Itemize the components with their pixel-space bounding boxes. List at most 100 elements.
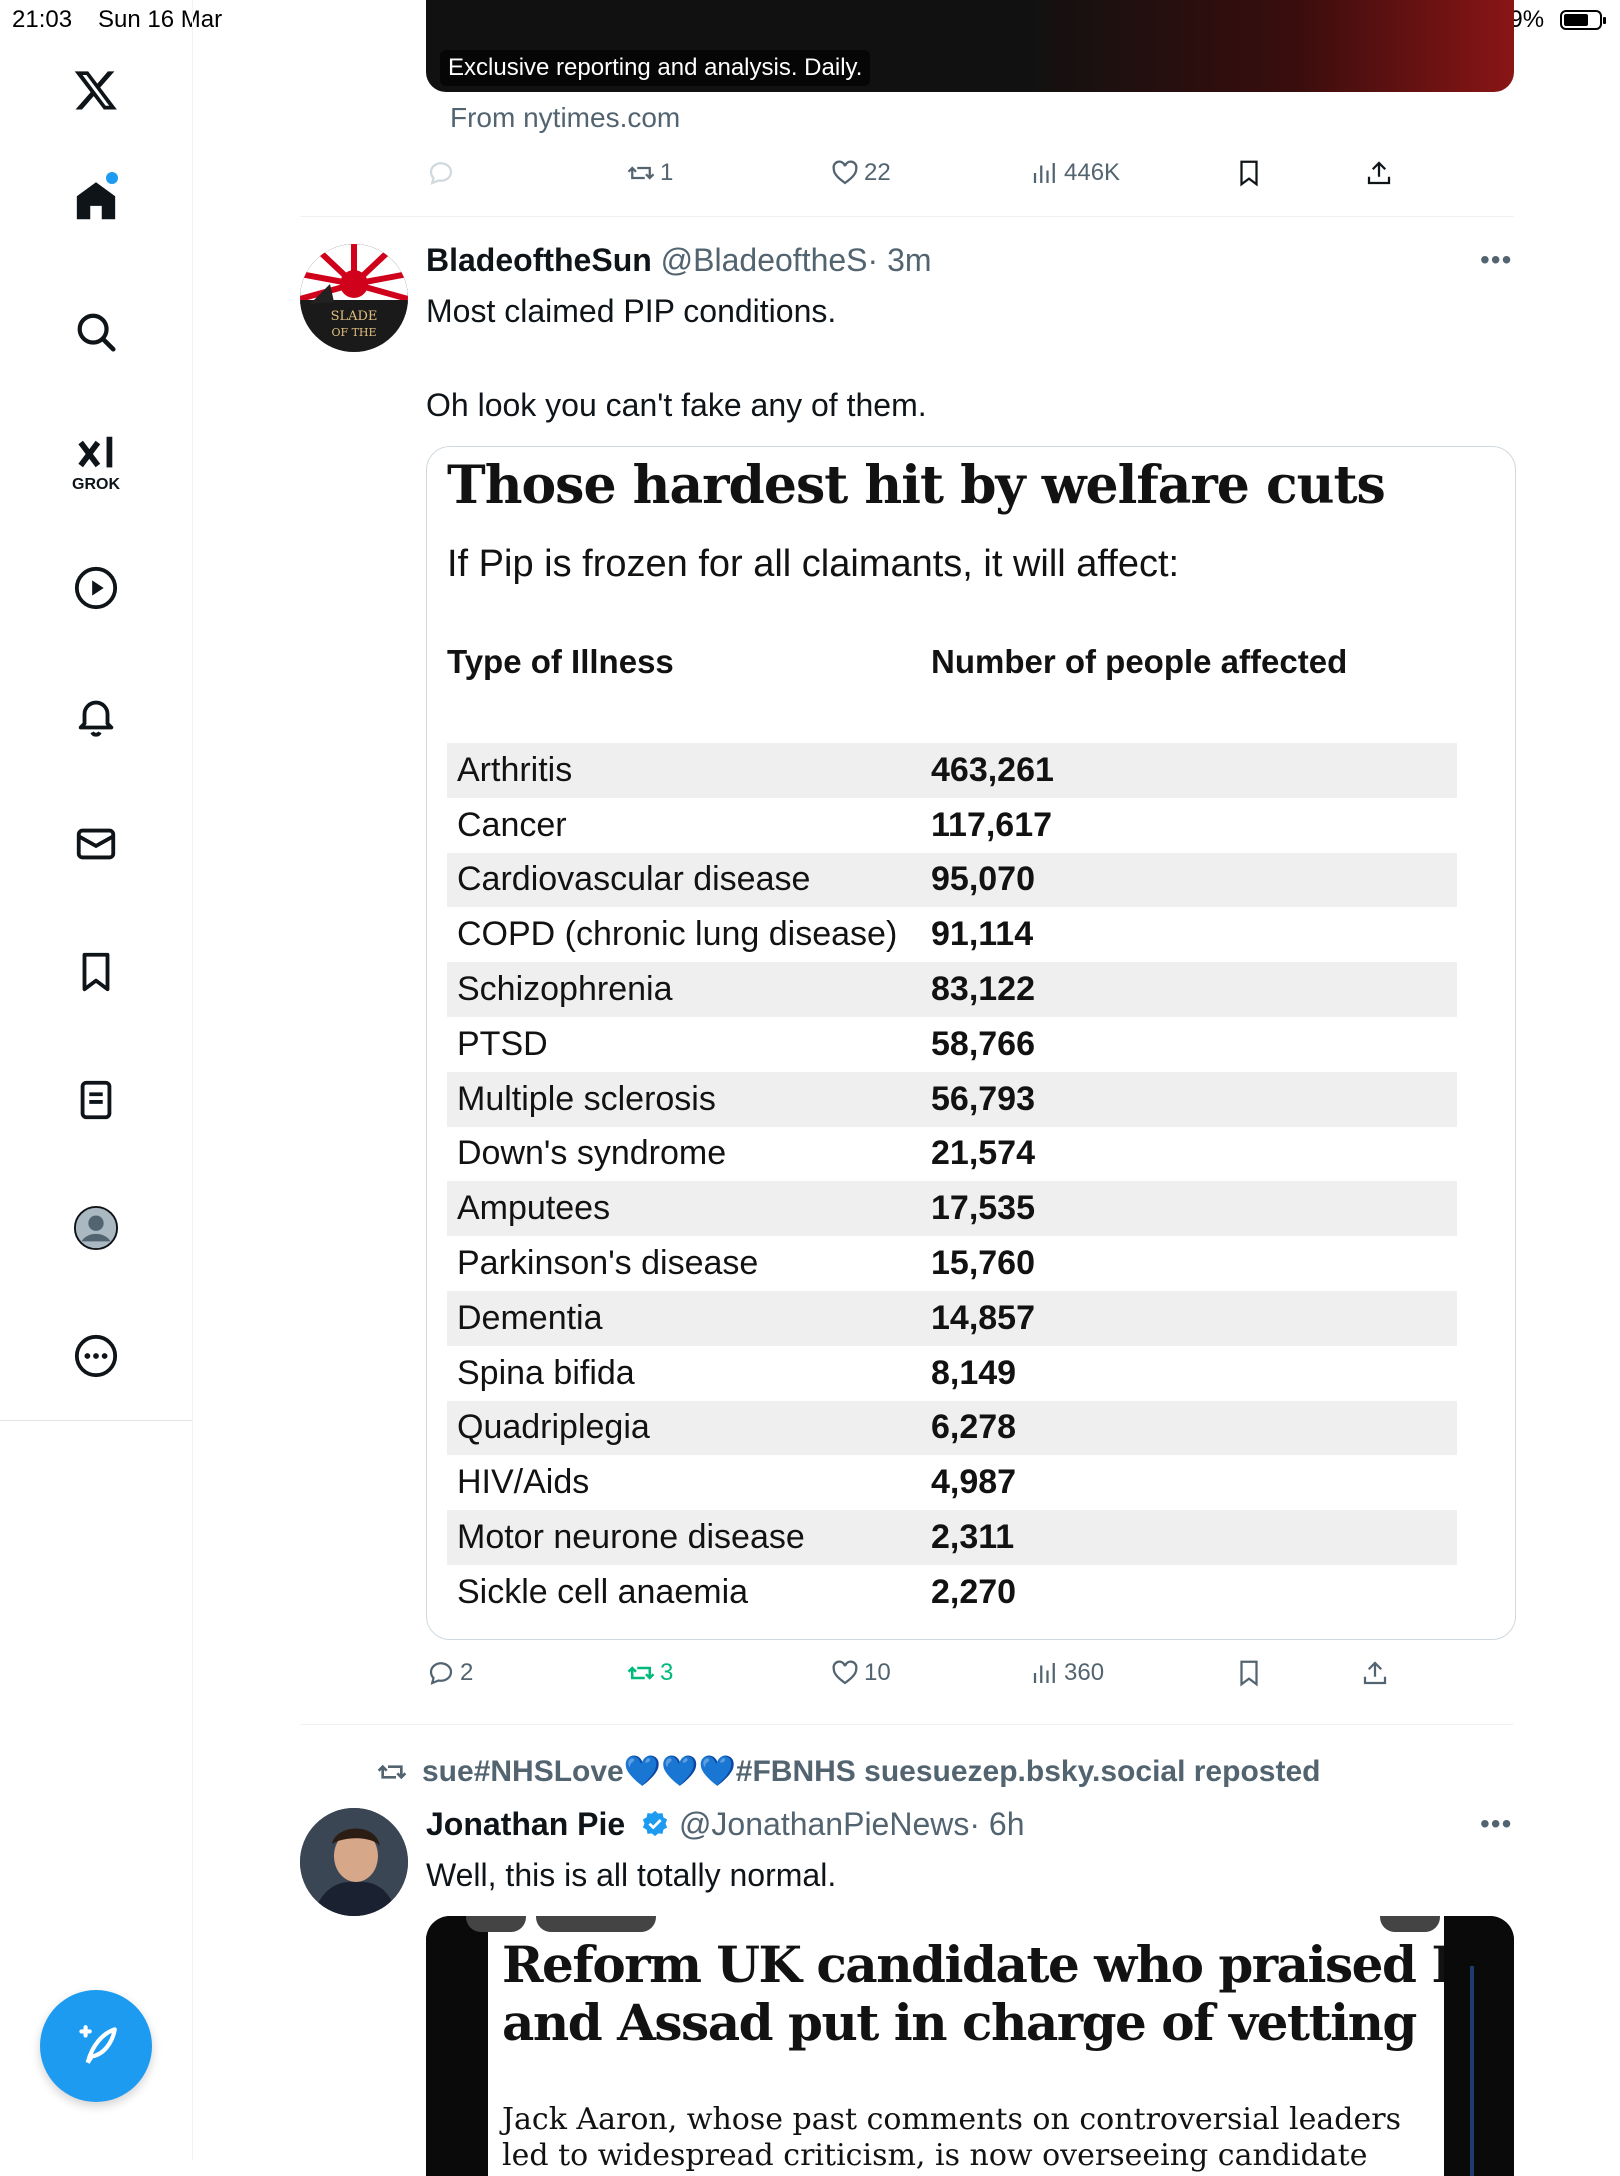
table-row: Quadriplegia 6,278 [447, 1400, 1457, 1456]
affected-count: 56,793 [931, 1079, 1035, 1118]
repost-icon [377, 1764, 407, 1779]
table-row: Multiple sclerosis 56,793 [447, 1071, 1457, 1127]
repost-button[interactable]: 1 [626, 158, 673, 188]
affected-count: 4,987 [931, 1463, 1017, 1502]
table-row: Parkinson's disease 15,760 [447, 1236, 1457, 1291]
heart-icon [832, 160, 858, 185]
illness-name: Sickle cell anaemia [457, 1572, 749, 1611]
reply-button[interactable]: 2 [426, 1658, 473, 1688]
sidebar: GROK [0, 0, 193, 2160]
illness-name: Dementia [457, 1298, 603, 1337]
affected-count: 95,070 [931, 860, 1035, 899]
link-source[interactable]: From nytimes.com [450, 102, 680, 134]
author-name[interactable]: BladeoftheSun [426, 242, 652, 278]
like-button[interactable]: 10 [830, 1658, 891, 1688]
illness-name: Motor neurone disease [457, 1518, 805, 1557]
graphic-title: Those hardest hit by welfare cuts [447, 455, 1386, 516]
illness-name: HIV/Aids [457, 1463, 590, 1502]
tweet-more-icon[interactable]: ••• [1480, 1808, 1512, 1840]
tweet-more-icon[interactable]: ••• [1480, 244, 1512, 276]
bookmark-button[interactable] [1234, 158, 1264, 188]
repost-attribution[interactable]: sue#NHSLove💙💙💙#FBNHS suesuezep.bsky.soci… [376, 1754, 1320, 1789]
avatar-jonathanpie[interactable] [300, 1808, 408, 1916]
like-button[interactable]: 22 [830, 158, 891, 188]
image-overlay-button[interactable] [1380, 1916, 1440, 1932]
home-notification-dot [106, 172, 118, 184]
views-count: 446K [1064, 159, 1121, 186]
views-chart-icon [1033, 163, 1055, 183]
tweet1-actions: 2 3 10 360 [426, 1658, 1426, 1698]
like-count: 22 [864, 159, 891, 186]
profile-avatar-icon[interactable] [66, 1198, 126, 1258]
illness-name: Cancer [457, 805, 567, 844]
table-row: PTSD 58,766 [447, 1017, 1457, 1072]
notifications-bell-icon[interactable] [66, 686, 126, 746]
messages-envelope-icon[interactable] [66, 814, 126, 874]
avatar-bladeofthesun[interactable]: SLADE OF THE [300, 244, 408, 352]
repost-icon [627, 166, 655, 180]
search-icon[interactable] [66, 302, 126, 362]
lists-icon[interactable] [66, 1070, 126, 1130]
illness-name: Schizophrenia [457, 970, 673, 1009]
table-row: Dementia 14,857 [447, 1290, 1457, 1346]
views-count: 360 [1064, 1659, 1105, 1686]
reply-icon [429, 1662, 453, 1685]
author-handle[interactable]: @BladeoftheS [661, 242, 868, 278]
author-name[interactable]: Jonathan Pie [426, 1806, 625, 1842]
column-header-illness: Type of Illness [447, 643, 674, 680]
table-row: Cancer 117,617 [447, 798, 1457, 853]
compose-post-button[interactable] [40, 1990, 152, 2102]
more-options-icon[interactable] [66, 1326, 126, 1386]
illness-name: Arthritis [457, 750, 573, 789]
repost-attribution-text: sue#NHSLove💙💙💙#FBNHS suesuezep.bsky.soci… [422, 1755, 1321, 1788]
sidebar-divider [0, 1420, 192, 1421]
reply-icon [429, 162, 453, 185]
bookmark-button[interactable] [1234, 1658, 1264, 1688]
affected-count: 117,617 [931, 805, 1053, 844]
table-row: HIV/Aids 4,987 [447, 1455, 1457, 1510]
affected-count: 8,149 [931, 1353, 1017, 1392]
bookmarks-icon[interactable] [66, 942, 126, 1002]
prev-tweet-actions: 1 22 446K [426, 158, 1426, 198]
image-overlay-label [536, 1916, 656, 1932]
repost-button[interactable]: 3 [626, 1658, 673, 1688]
news-standfirst-line1: Jack Aaron, whose past comments on contr… [502, 2102, 1401, 2137]
table-row: Cardiovascular disease 95,070 [447, 852, 1457, 908]
tweet-header: BladeoftheSun @BladeoftheS· 3m [426, 242, 932, 279]
news-headline-line2: and Assad put in charge of vetting [502, 1993, 1417, 2052]
video-icon[interactable] [66, 558, 126, 618]
news-screenshot-image[interactable]: Reform UK candidate who praised Hitler a… [426, 1916, 1514, 2176]
views-button[interactable]: 360 [1030, 1658, 1104, 1688]
table-row: Sickle cell anaemia 2,270 [447, 1565, 1457, 1620]
views-button[interactable]: 446K [1030, 158, 1120, 188]
reply-button[interactable] [426, 158, 456, 188]
affected-count: 2,311 [931, 1518, 1015, 1557]
affected-count: 17,535 [931, 1189, 1035, 1228]
image-overlay-button[interactable] [466, 1916, 526, 1932]
x-logo-icon[interactable] [66, 60, 126, 120]
grok-icon[interactable] [66, 424, 126, 484]
news-headline-line1: Reform UK candidate who praised Hitler [502, 1935, 1514, 1994]
news-standfirst: Jack Aaron, whose past comments on contr… [502, 2102, 1401, 2174]
battery-icon [1560, 10, 1606, 30]
author-handle[interactable]: @JonathanPieNews [679, 1806, 969, 1842]
bookmark-icon [1240, 1660, 1258, 1687]
tweet-time: · 6h [969, 1806, 1025, 1842]
affected-count: 58,766 [931, 1024, 1035, 1063]
illness-name: Multiple sclerosis [457, 1079, 716, 1118]
affected-count: 463,261 [931, 750, 1054, 789]
nytimes-link-card[interactable]: Exclusive reporting and analysis. Daily. [426, 0, 1514, 92]
illness-name: Down's syndrome [457, 1134, 727, 1173]
card-caption: Exclusive reporting and analysis. Daily. [440, 50, 871, 86]
tweet-image-table[interactable]: Those hardest hit by welfare cuts If Pip… [426, 446, 1516, 1640]
news-standfirst-line2: led to widespread criticism, is now over… [502, 2138, 1368, 2173]
table-row: Motor neurone disease 2,311 [447, 1510, 1457, 1565]
grok-label: GROK [72, 476, 120, 493]
image-left-border [426, 1916, 488, 2176]
news-headline: Reform UK candidate who praised Hitler a… [502, 1936, 1514, 2052]
share-button[interactable] [1360, 1658, 1390, 1688]
share-button[interactable] [1364, 158, 1394, 188]
table-row: Spina bifida 8,149 [447, 1346, 1457, 1401]
table-row: Amputees 17,535 [447, 1181, 1457, 1237]
tweet-header: Jonathan Pie @JonathanPieNews· 6h [426, 1806, 1025, 1843]
